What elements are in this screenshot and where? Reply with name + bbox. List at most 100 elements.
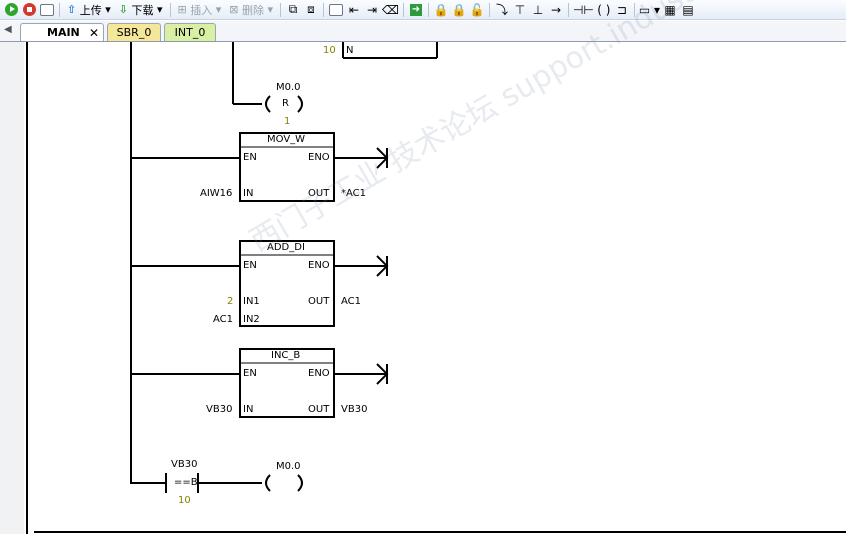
top-compare-pin: N [346,45,354,56]
coil-icon: ( ) [597,2,611,17]
run-icon [4,3,18,16]
delete-button[interactable]: ⊠ 删除 ▾ [226,2,276,18]
tab-main[interactable]: MAIN ✕ [20,23,104,41]
unlock-icon: 🔓 [469,2,485,17]
unlock-button[interactable]: 🔓 [469,2,485,18]
network2-icon: ⧈ [307,2,315,16]
add-di-title: ADD_DI [267,242,305,253]
toolbar-separator [427,2,429,17]
add-di-in1-operand[interactable]: 2 [227,296,233,308]
comment-icon: ▭ [638,2,651,17]
add-di-out-pin: OUT [308,296,330,307]
branch-down-button[interactable]: ⤵ [494,2,510,18]
insert-icon: ⊞ [177,3,187,16]
compile-icon [40,3,54,16]
download-button[interactable]: ⇩ 下载 ▾ [116,2,166,18]
properties-button[interactable]: ▤ [680,2,696,18]
add-di-out-operand[interactable]: AC1 [341,296,361,308]
line-right-icon: → [550,2,561,17]
comment-button[interactable]: ▭ ▾ [639,2,660,18]
download-label: 下载 [131,3,154,17]
add-di-in2-operand[interactable]: AC1 [213,314,233,326]
upload-button[interactable]: ⇧ 上传 ▾ [64,2,114,18]
contact-icon: ⊣⊢ [572,2,594,17]
line-up-icon: ⊥ [532,2,544,17]
compare-op: ==B [174,477,198,488]
compare-address[interactable]: VB30 [171,459,197,471]
tab-int-0[interactable]: INT_0 [164,23,216,41]
inc-b-title: INC_B [271,350,301,361]
insert-button[interactable]: ⊞ 插入 ▾ [175,2,225,18]
download-arrow-icon: ⇩ [118,3,128,16]
add-di-in1-pin: IN1 [243,296,260,307]
ladder-diagram [26,42,846,534]
properties-icon: ▤ [682,2,694,17]
prev-bookmark-icon: ⇤ [348,2,360,17]
mov-w-en: EN [243,152,257,163]
symbol-table-icon: ▦ [664,2,676,17]
lock-icon: 🔒 [433,2,449,17]
coil-button[interactable]: ( ) [596,2,612,18]
toolbar-separator [402,2,404,17]
bookmark-button[interactable] [328,2,344,18]
delete-label: 删除 [241,3,264,17]
output-coil[interactable] [265,474,303,492]
run-button[interactable] [3,2,19,18]
reset-coil-address: M0.0 [276,82,301,93]
toolbar: ⇧ 上传 ▾ ⇩ 下载 ▾ ⊞ 插入 ▾ ⊠ 删除 ▾ ⧉ ⧈ ⇤ ⇥ ⌫ ➜ … [0,0,846,20]
tab-scroll-left-icon[interactable]: ◀ [4,24,12,35]
reset-coil-op: R [282,98,289,109]
upload-arrow-icon: ⇧ [67,3,77,16]
contact-button[interactable]: ⊣⊢ [573,2,594,18]
lock-button[interactable]: 🔒 [433,2,449,18]
inc-b-out-pin: OUT [308,404,330,415]
branch-down-icon: ⤵ [495,3,508,17]
network-icon-button[interactable]: ⧉ [285,2,301,18]
line-down-icon: ⊤ [514,2,526,17]
prev-bookmark-button[interactable]: ⇤ [346,2,362,18]
compile-button[interactable] [39,2,55,18]
ladder-editor[interactable]: 10 N M0.0 R 1 MOV_W EN ENO IN OUT AIW16 … [0,0,846,534]
lock2-button[interactable]: 🔒 [451,2,467,18]
next-bookmark-button[interactable]: ⇥ [364,2,380,18]
box-button[interactable]: ⊐ [614,2,630,18]
goto-icon: ➜ [409,3,422,16]
tab-sbr-0-label: SBR_0 [116,26,152,39]
goto-button[interactable]: ➜ [408,2,424,18]
stop-icon [22,3,36,16]
inc-b-in-operand[interactable]: VB30 [206,404,232,416]
delete-icon: ⊠ [229,3,239,16]
mov-w-eno: ENO [308,152,330,163]
inc-b-en: EN [243,368,257,379]
mov-w-in-operand[interactable]: AIW16 [200,188,232,200]
toolbar-separator [633,2,635,17]
toolbar-separator [59,2,60,17]
box-icon: ⊐ [616,2,627,17]
symbol-table-button[interactable]: ▦ [662,2,678,18]
network-icon: ⧉ [288,2,298,16]
clear-bookmark-icon: ⌫ [382,2,399,17]
upload-label: 上传 [79,3,102,17]
stop-button[interactable] [21,2,37,18]
line-right-button[interactable]: → [548,2,564,18]
tab-sbr-0[interactable]: SBR_0 [107,23,161,41]
inc-b-out-operand[interactable]: VB30 [341,404,367,416]
toolbar-separator [169,2,171,17]
lock2-icon: 🔒 [451,2,467,17]
network2-icon-button[interactable]: ⧈ [303,2,319,18]
toolbar-separator [567,2,569,17]
next-bookmark-icon: ⇥ [366,2,378,17]
branch-line-up-button[interactable]: ⊥ [530,2,546,18]
clear-bookmark-button[interactable]: ⌫ [382,2,399,18]
inc-b-eno: ENO [308,368,330,379]
output-coil-address[interactable]: M0.0 [276,461,301,473]
mov-w-title: MOV_W [267,134,306,145]
pou-tab-bar: ◀ MAIN ✕ SBR_0 INT_0 [0,21,846,42]
toolbar-separator [323,2,324,17]
compare-value[interactable]: 10 [178,495,191,507]
close-icon[interactable]: ✕ [89,24,99,42]
toolbar-separator [488,2,490,17]
branch-line-down-button[interactable]: ⊤ [512,2,528,18]
mov-w-out-pin: OUT [308,188,330,199]
mov-w-out-operand[interactable]: *AC1 [341,188,366,200]
